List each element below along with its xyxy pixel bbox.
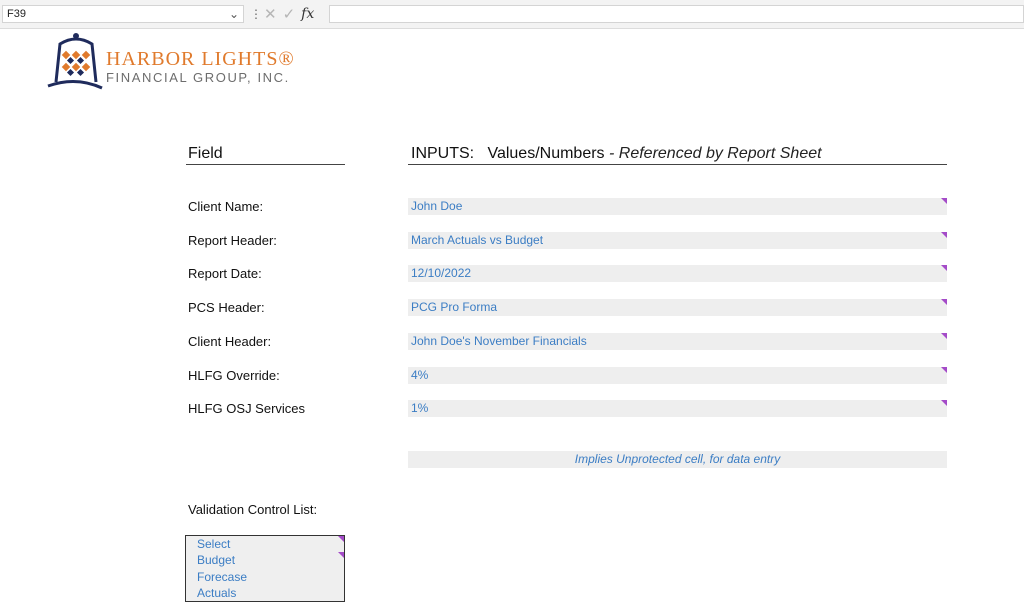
more-options-icon[interactable]: ⋮ — [250, 5, 262, 23]
label-report-header: Report Header: — [188, 233, 277, 248]
formula-input[interactable] — [329, 5, 1024, 23]
confirm-icon[interactable]: ✓ — [283, 5, 296, 23]
input-client-name[interactable]: John Doe — [408, 198, 947, 215]
name-box[interactable]: F39 ⌄ — [2, 5, 244, 23]
value-hlfg-osj-services: 1% — [411, 401, 429, 415]
comment-marker-icon — [941, 333, 947, 339]
validation-item-actuals[interactable]: Actuals — [197, 586, 236, 600]
input-pcs-header[interactable]: PCG Pro Forma — [408, 299, 947, 316]
comment-marker-icon — [941, 400, 947, 406]
comment-marker-icon — [338, 536, 344, 542]
value-client-name: John Doe — [411, 199, 463, 213]
lighthouse-logo-icon — [47, 33, 103, 90]
cancel-icon[interactable]: ✕ — [264, 5, 277, 23]
validation-item-forecase[interactable]: Forecase — [197, 570, 247, 584]
field-header-underline — [186, 164, 345, 165]
validation-item-budget[interactable]: Budget — [197, 553, 235, 567]
label-client-name: Client Name: — [188, 199, 264, 214]
label-hlfg-osj-services: HLFG OSJ Services — [188, 401, 306, 416]
comment-marker-icon — [338, 552, 344, 558]
comment-marker-icon — [941, 232, 947, 238]
inputs-label: INPUTS: — [411, 145, 475, 162]
name-box-value: F39 — [7, 8, 26, 20]
comment-marker-icon — [941, 367, 947, 373]
input-report-header[interactable]: March Actuals vs Budget — [408, 232, 947, 249]
unprotected-cell-note: Implies Unprotected cell, for data entry — [408, 451, 947, 468]
label-report-date: Report Date: — [188, 266, 262, 281]
comment-marker-icon — [941, 299, 947, 305]
validation-list: Select Budget Forecase Actuals — [185, 535, 345, 602]
value-hlfg-override: 4% — [411, 368, 429, 382]
comment-marker-icon — [941, 198, 947, 204]
referenced-label: - Referenced by Report Sheet — [604, 145, 822, 162]
value-client-header: John Doe's November Financials — [411, 334, 587, 348]
label-pcs-header: PCS Header: — [188, 300, 265, 315]
field-header: Field — [188, 145, 223, 162]
input-report-date[interactable]: 12/10/2022 — [408, 265, 947, 282]
value-report-date: 12/10/2022 — [411, 266, 472, 280]
inputs-header: INPUTS: Values/Numbers - Referenced by R… — [411, 145, 822, 163]
insert-function-icon[interactable]: fx — [301, 6, 314, 22]
validation-item-select[interactable]: Select — [197, 537, 230, 551]
input-hlfg-osj-services[interactable]: 1% — [408, 400, 947, 417]
value-pcs-header: PCG Pro Forma — [411, 300, 498, 314]
comment-marker-icon — [941, 265, 947, 271]
label-hlfg-override: HLFG Override: — [188, 368, 280, 383]
logo-title: HARBOR LIGHTS® — [106, 48, 295, 70]
input-hlfg-override[interactable]: 4% — [408, 367, 947, 384]
formula-bar: F39 ⌄ ⋮ ✕ ✓ fx — [0, 0, 1024, 29]
validation-list-label: Validation Control List: — [188, 502, 318, 517]
value-report-header: March Actuals vs Budget — [411, 233, 544, 247]
label-client-header: Client Header: — [188, 334, 272, 349]
formula-controls: ✕ ✓ fx — [264, 3, 314, 25]
inputs-header-underline — [408, 164, 947, 165]
input-client-header[interactable]: John Doe's November Financials — [408, 333, 947, 350]
chevron-down-icon[interactable]: ⌄ — [229, 6, 239, 22]
logo-subtitle: FINANCIAL GROUP, INC. — [106, 70, 290, 85]
values-label: Values/Numbers — [487, 145, 605, 162]
